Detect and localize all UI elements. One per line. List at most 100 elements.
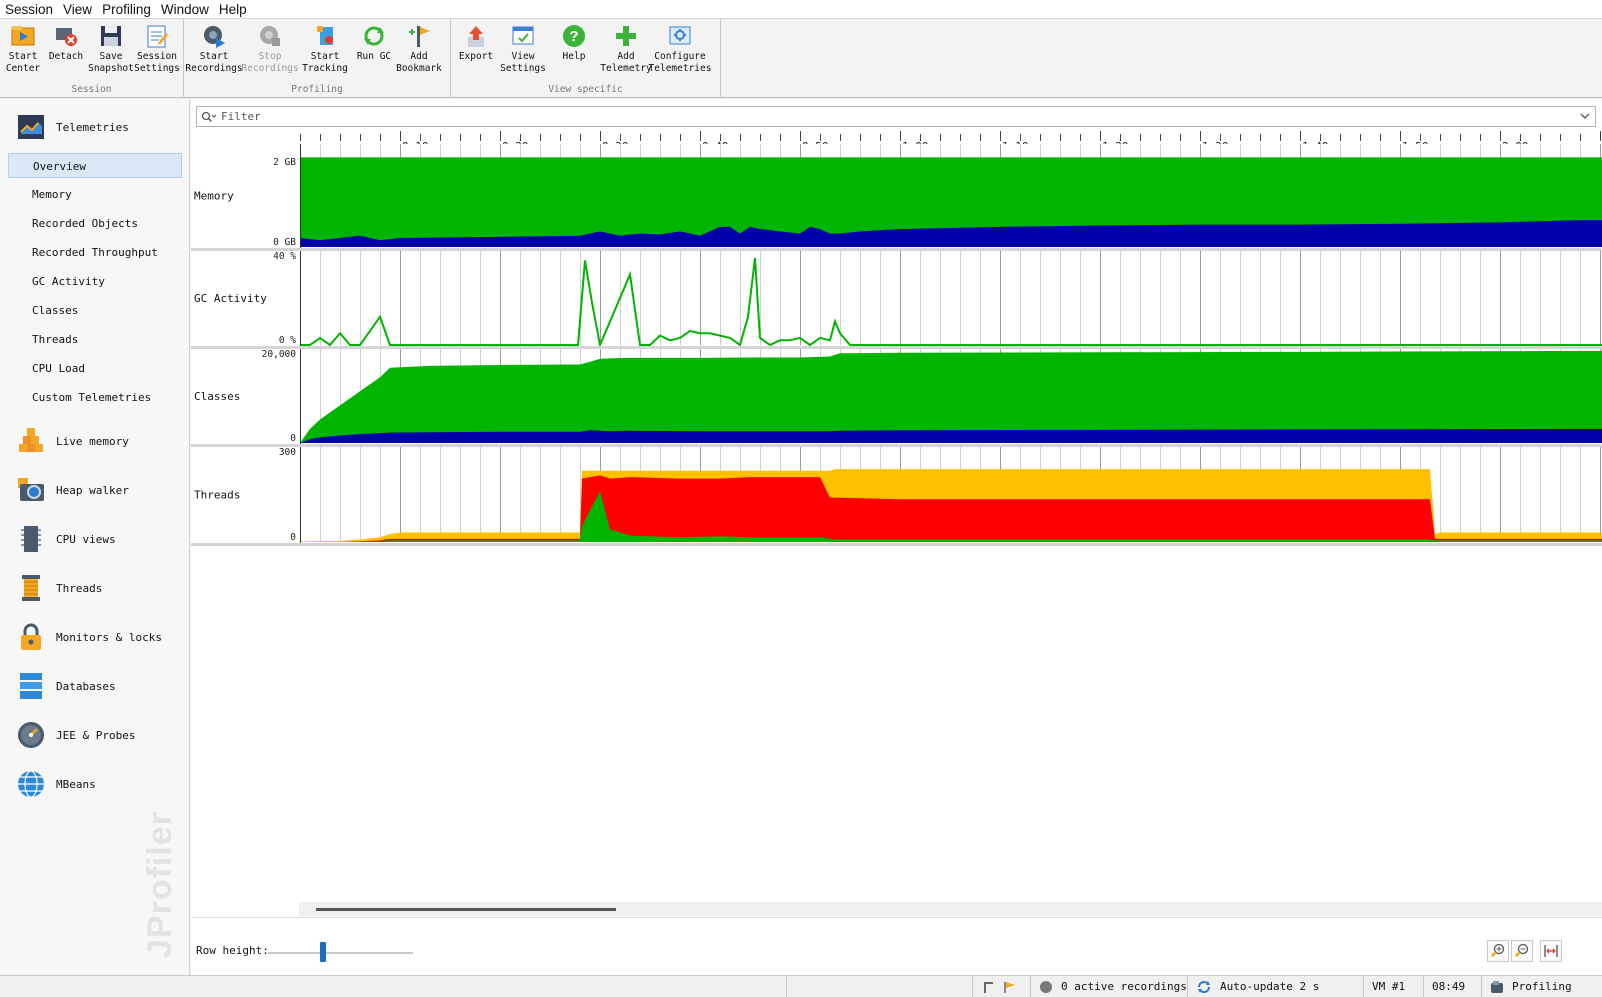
telemetry-overview-panel: 0:100:200:300:400:501:001:101:201:301:40…	[191, 99, 1602, 975]
toolbar-group-session: Start Center Detach Save Snapshot Sessio…	[0, 19, 184, 98]
svg-text:?: ?	[569, 28, 578, 45]
zoom-in-icon	[1490, 943, 1506, 959]
status-autoupdate[interactable]: Auto-update 2 s	[1187, 976, 1363, 997]
sidebar-item-cpu-views[interactable]: CPU views	[16, 522, 116, 556]
recording-status-icon	[1039, 980, 1053, 994]
save-snapshot-icon	[98, 23, 124, 49]
sidebar-item-jee-probes[interactable]: JEE & Probes	[16, 718, 135, 752]
chart-plot-area	[300, 251, 1602, 345]
sidebar-subitem-gc-activity[interactable]: GC Activity	[8, 269, 182, 294]
sidebar-subitem-recorded-throughput[interactable]: Recorded Throughput	[8, 240, 182, 265]
toolbar-group-view-specific: Export View Settings ? Help Add Telemetr…	[451, 19, 721, 98]
run-gc-icon	[361, 23, 387, 49]
row-height-slider-knob[interactable]	[320, 942, 326, 962]
databases-icon	[16, 671, 46, 701]
filter-placeholder: Filter	[221, 110, 261, 123]
filter-field[interactable]: Filter	[196, 106, 1596, 127]
telemetries-icon	[16, 112, 46, 142]
row-separator	[191, 248, 1602, 251]
heap-walker-icon	[16, 475, 46, 505]
live-memory-icon	[16, 426, 46, 456]
sidebar-item-live-memory[interactable]: Live memory	[16, 424, 129, 458]
row-separator	[191, 346, 1602, 349]
autoupdate-icon	[1196, 980, 1212, 994]
sidebar-subitem-classes[interactable]: Classes	[8, 298, 182, 323]
horizontal-scrollbar[interactable]	[299, 902, 1602, 916]
monitors-locks-icon	[16, 622, 46, 652]
menu-help[interactable]: Help	[214, 0, 252, 19]
sidebar-subitem-threads[interactable]: Threads	[8, 327, 182, 352]
sidebar-item-databases[interactable]: Databases	[16, 669, 116, 703]
sidebar-subitem-cpu-load[interactable]: CPU Load	[8, 356, 182, 381]
row-label: GC Activity	[194, 292, 267, 305]
bookmark-flags-icon	[981, 980, 1021, 994]
row-height-slider[interactable]	[268, 952, 413, 954]
start-center-icon	[10, 23, 36, 49]
scrollbar-thumb[interactable]	[316, 908, 616, 911]
sidebar-item-telemetries[interactable]: Telemetries	[16, 110, 129, 144]
status-bar: 0 active recordings Auto-update 2 s VM #…	[0, 975, 1602, 996]
sidebar-subitem-custom-telemetries[interactable]: Custom Telemetries	[8, 385, 182, 410]
status-cell-empty	[786, 976, 972, 997]
sidebar-subitem-recorded-objects[interactable]: Recorded Objects	[8, 211, 182, 236]
menu-profiling[interactable]: Profiling	[97, 0, 156, 19]
y-tick-label-min: 0 %	[279, 335, 296, 346]
profiling-mode-icon	[1490, 980, 1504, 994]
toolbar-group-label: Profiling	[184, 84, 450, 95]
memory-row: 2 GB0 GBMemory	[191, 144, 1602, 251]
y-tick-label-max: 40 %	[273, 251, 296, 262]
zoom-out-icon	[1514, 943, 1530, 959]
start-recordings-icon	[201, 23, 227, 49]
chevron-down-icon[interactable]	[1579, 110, 1591, 122]
y-tick-label-max: 20,000	[262, 349, 297, 360]
zoom-in-button[interactable]	[1487, 940, 1509, 962]
cpu-views-icon	[16, 524, 46, 554]
zoom-out-button[interactable]	[1511, 940, 1533, 962]
start-tracking-icon	[312, 23, 338, 49]
session-settings-icon	[144, 23, 170, 49]
row-height-label: Row height:	[196, 944, 269, 957]
sidebar: Telemetries Overview Memory Recorded Obj…	[0, 99, 190, 975]
status-bookmarks[interactable]	[972, 976, 1030, 997]
jee-probes-icon	[16, 720, 46, 750]
y-tick-label-max: 300	[279, 447, 296, 458]
toolbar-group-label: View specific	[451, 84, 720, 95]
jprofiler-watermark: JProfiler	[140, 799, 180, 969]
menu-session[interactable]: Session	[0, 0, 58, 19]
help-icon: ?	[561, 23, 587, 49]
view-settings-icon	[510, 23, 536, 49]
sidebar-item-heap-walker[interactable]: Heap walker	[16, 473, 129, 507]
fit-to-window-button[interactable]	[1540, 940, 1562, 962]
status-active-recordings[interactable]: 0 active recordings	[1030, 976, 1187, 997]
toolbar-group-profiling: Start Recordings Stop Recordings Start T…	[184, 19, 451, 98]
status-time: 08:49	[1423, 976, 1481, 997]
row-label: Threads	[194, 489, 240, 502]
menu-window[interactable]: Window	[156, 0, 214, 19]
row-separator	[191, 444, 1602, 447]
y-tick-label-min: 0	[290, 433, 296, 444]
sidebar-item-mbeans[interactable]: MBeans	[16, 767, 96, 801]
sidebar-item-threads[interactable]: Threads	[16, 571, 102, 605]
row-label: Memory	[194, 190, 234, 203]
search-icon	[201, 111, 217, 123]
fit-width-icon	[1543, 943, 1559, 959]
sidebar-subitem-overview[interactable]: Overview	[8, 153, 182, 178]
menu-view[interactable]: View	[58, 0, 97, 19]
status-vm: VM #1	[1363, 976, 1423, 997]
configure-telemetries-icon	[667, 23, 693, 49]
status-mode: Profiling	[1481, 976, 1602, 997]
export-icon	[463, 23, 489, 49]
sidebar-item-monitors-locks[interactable]: Monitors & locks	[16, 620, 162, 654]
add-bookmark-icon	[406, 23, 432, 49]
menu-bar: Session View Profiling Window Help	[0, 0, 1602, 19]
sidebar-subitem-memory[interactable]: Memory	[8, 182, 182, 207]
add-telemetry-icon	[613, 23, 639, 49]
classes-row: 20,000 0 Classes	[191, 349, 1602, 447]
y-tick-label-min: 0 GB	[273, 237, 296, 248]
bottom-bar: Row height:	[191, 917, 1602, 975]
detach-icon	[53, 23, 79, 49]
row-label: Classes	[194, 390, 240, 403]
toolbar-group-label: Session	[0, 84, 183, 95]
threads-icon	[16, 573, 46, 603]
telemetry-charts: 0:100:200:300:400:501:001:101:201:301:40…	[191, 99, 1602, 559]
